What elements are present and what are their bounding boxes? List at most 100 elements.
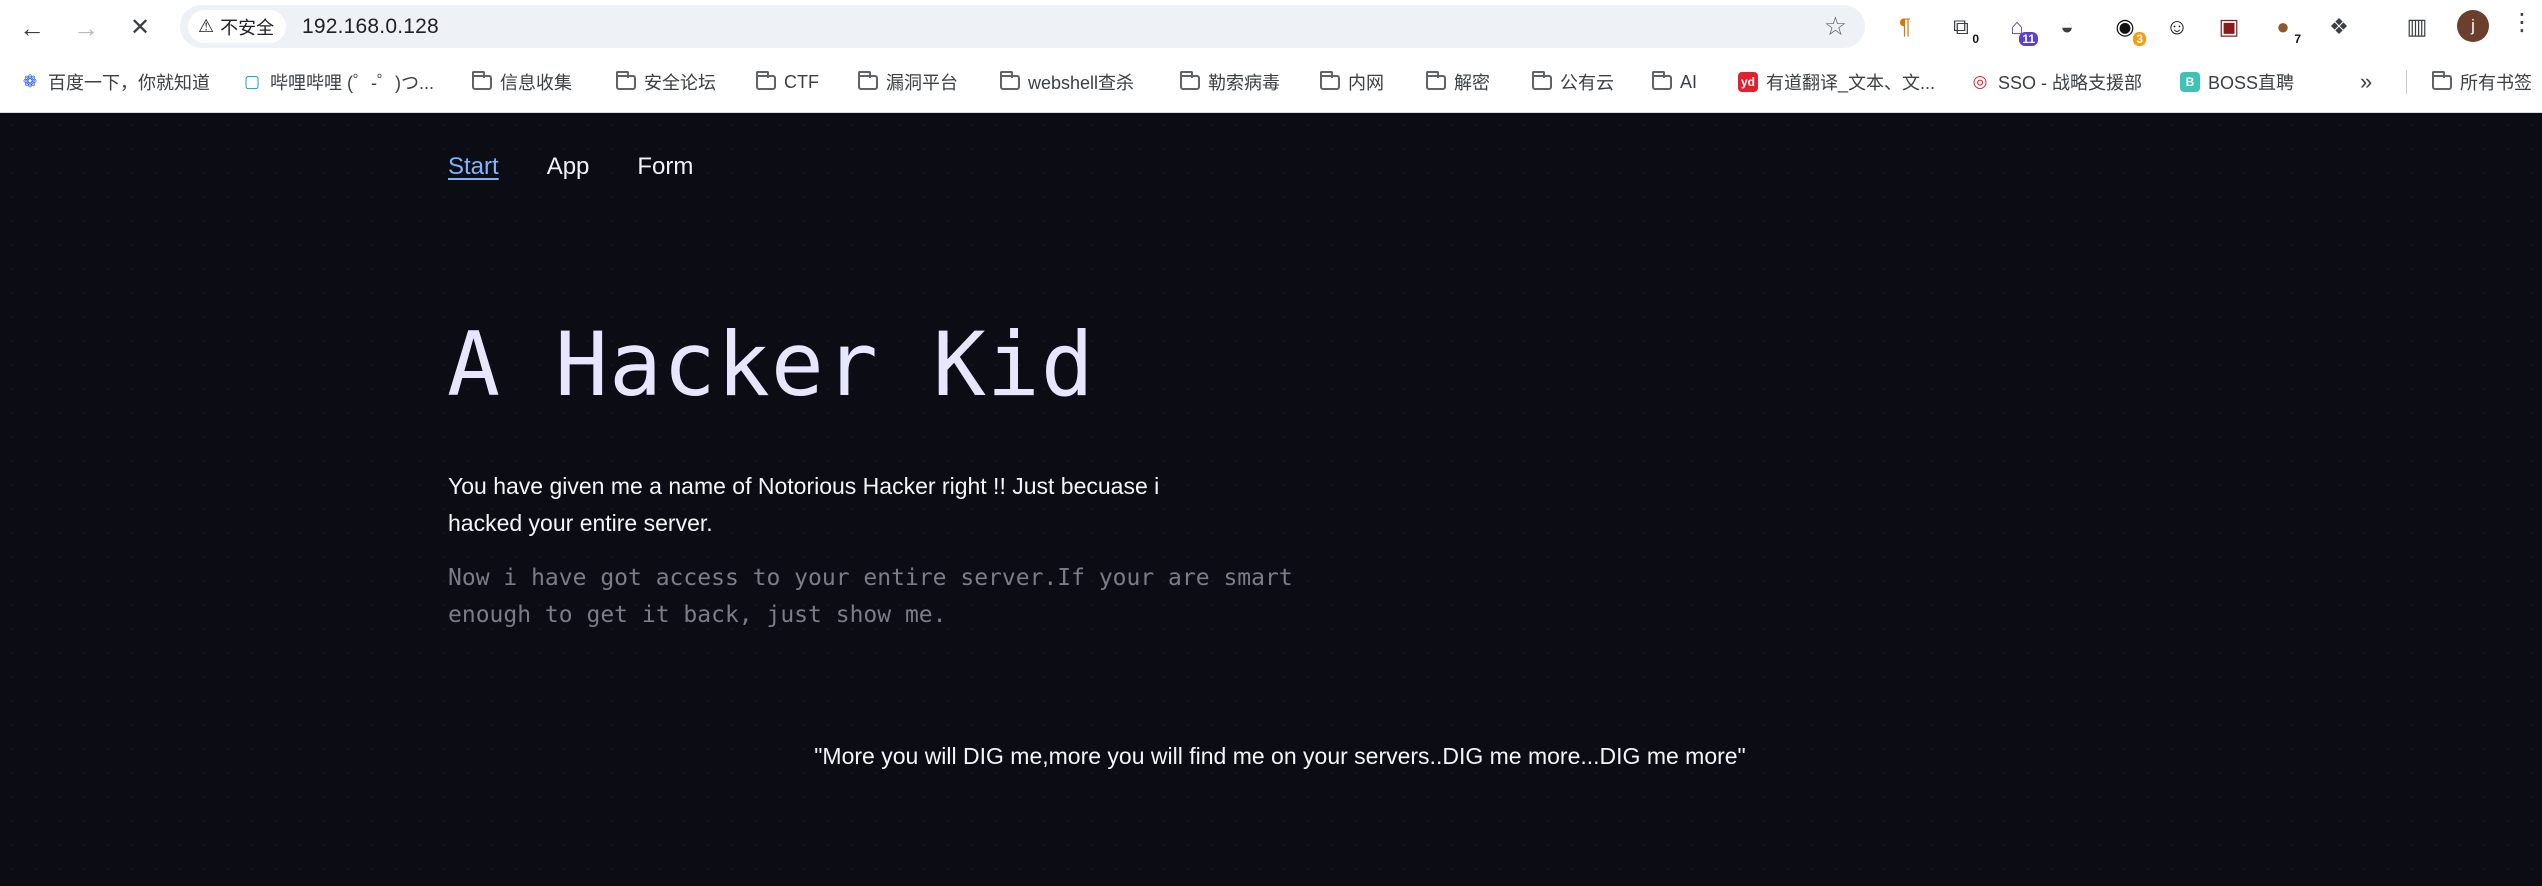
bookmark-label: 安全论坛 (644, 73, 716, 93)
profile-initial: j (2471, 16, 2475, 35)
bookmark-label: 勒索病毒 (1208, 73, 1280, 93)
bookmark-item[interactable]: ▢ 哔哩哔哩 (゜-゜)つ... (242, 66, 434, 98)
bookmark-label: 漏洞平台 (886, 73, 958, 93)
bilibili-icon: ▢ (243, 72, 261, 91)
browser-chrome: ← → ✕ ⚠ 不安全 192.168.0.128 ☆ ¶ ⧉ 0 ⌂ 11 ◒ ◉ 3 ☺ ▣ ●… (0, 0, 2542, 113)
page-content: Start App Form A Hacker Kid You have given… (0, 113, 2542, 886)
bookmark-item[interactable]: yd 有道翻译_文本、文... (1738, 66, 1935, 98)
nav-link-app[interactable]: App (547, 153, 590, 181)
arrow-right-icon: → (73, 13, 99, 43)
folder-icon (1000, 70, 1020, 92)
bookmark-item[interactable]: 漏洞平台 (858, 66, 958, 98)
back-button[interactable]: ← (14, 10, 50, 46)
url-text[interactable]: 192.168.0.128 (302, 15, 439, 39)
baidu-icon: ❁ (22, 72, 38, 91)
sub-paragraph: Now i have got access to your entire ser… (448, 565, 1293, 628)
bookmark-item[interactable]: ❁ 百度一下，你就知道 (20, 66, 210, 98)
pilcrow-glyph: ¶ (1899, 14, 1911, 39)
nav-link-form[interactable]: Form (637, 153, 693, 181)
bookmark-item[interactable]: CTF (756, 66, 819, 98)
bookmarks-separator (2406, 70, 2407, 94)
bookmark-item[interactable]: 勒索病毒 (1180, 66, 1280, 98)
bookmark-item[interactable]: 公有云 (1532, 66, 1614, 98)
extension-badge: 11 (2019, 32, 2038, 46)
profile-avatar[interactable]: j (2457, 10, 2489, 42)
youdao-icon: yd (1738, 72, 1758, 92)
folder-icon (858, 70, 878, 92)
extension-badge: 0 (1969, 32, 1982, 46)
bookmark-label: AI (1680, 71, 1698, 92)
arrow-left-icon: ← (19, 13, 45, 43)
lead-paragraph: You have given me a name of Notorious Ha… (448, 473, 1160, 536)
findsomething-glyph: ▣ (2218, 14, 2240, 39)
bookmark-item[interactable]: ◎ SSO - 战略支援部 (1970, 66, 2142, 98)
menu-kebab-icon[interactable]: ⋮ (2510, 8, 2534, 37)
sso-icon: ◎ (1972, 72, 1988, 91)
chevron-double-right-icon: » (2360, 69, 2373, 94)
bookmark-label: CTF (784, 71, 819, 92)
extension-badge: 3 (2133, 32, 2146, 46)
close-icon: ✕ (129, 14, 151, 41)
security-chip[interactable]: ⚠ 不安全 (188, 10, 287, 43)
hat-glyph: ◒ (2060, 14, 2074, 39)
folder-icon (1532, 70, 1552, 92)
bookmark-item[interactable]: 内网 (1320, 66, 1384, 98)
all-bookmarks-button[interactable]: 所有书签 (2432, 66, 2532, 98)
security-label: 不安全 (220, 17, 275, 38)
hackbar-icon[interactable]: ⌂ 11 (2000, 10, 2038, 46)
address-bar[interactable]: ⚠ 不安全 192.168.0.128 ☆ (180, 5, 1865, 48)
bookmark-item[interactable]: 解密 (1426, 66, 1490, 98)
extension-badge: 7 (2291, 32, 2304, 46)
stop-loading-button[interactable]: ✕ (122, 10, 158, 46)
bookmark-label: 解密 (1454, 73, 1490, 93)
bookmark-label: webshell查杀 (1028, 73, 1135, 93)
cookie-glyph: ● (2276, 14, 2290, 39)
spy-icon[interactable]: ☺ (2160, 10, 2194, 44)
wappalyzer-icon[interactable]: ◉ 3 (2108, 10, 2146, 46)
wappalyzer-glyph: ◉ (2115, 14, 2135, 39)
hat-icon[interactable]: ◒ (2050, 10, 2084, 44)
folder-icon (756, 70, 776, 92)
side-panel-icon[interactable]: ▥ (2400, 10, 2434, 44)
nav-link-start[interactable]: Start (448, 153, 499, 181)
bookmark-item[interactable]: webshell查杀 (1000, 66, 1134, 98)
cookie-icon[interactable]: ● 7 (2266, 10, 2304, 46)
puzzle-glyph: ❖ (2329, 14, 2349, 39)
pilcrow-icon[interactable]: ¶ (1888, 10, 1922, 44)
folder-icon (2432, 70, 2452, 92)
bookmark-label: 信息收集 (500, 73, 572, 93)
site-nav: Start App Form (448, 153, 693, 181)
dig-quote: "More you will DIG me,more you will find… (814, 743, 1746, 769)
bookmark-label: 哔哩哔哩 (゜-゜)つ... (270, 73, 434, 93)
bookmark-label: 内网 (1348, 73, 1384, 93)
findsomething-icon[interactable]: ▣ (2212, 10, 2246, 44)
bookmark-item[interactable]: B BOSS直聘 (2180, 66, 2294, 98)
folder-icon (1180, 70, 1200, 92)
warning-icon: ⚠ (198, 16, 215, 36)
bookmark-label: 有道翻译_文本、文... (1766, 73, 1936, 93)
bookmark-label: BOSS直聘 (2208, 73, 2295, 93)
folder-icon (1652, 70, 1672, 92)
bookmark-item[interactable]: 安全论坛 (616, 66, 716, 98)
puzzle-icon[interactable]: ❖ (2322, 10, 2356, 44)
page-title: A Hacker Kid (447, 313, 1095, 416)
bookmark-item[interactable]: 信息收集 (472, 66, 572, 98)
all-bookmarks-label: 所有书签 (2460, 73, 2532, 93)
folder-icon (1426, 70, 1446, 92)
bookmark-label: SSO - 战略支援部 (1998, 73, 2143, 93)
bookmark-item[interactable]: AI (1652, 66, 1697, 98)
folder-icon (472, 70, 492, 92)
bookmarks-bar: ❁ 百度一下，你就知道 ▢ 哔哩哔哩 (゜-゜)つ... 信息收集 安全论坛 CTF 漏洞平台… (0, 62, 2542, 102)
browser-toolbar: ← → ✕ ⚠ 不安全 192.168.0.128 ☆ ¶ ⧉ 0 ⌂ 11 ◒ ◉ 3 ☺ ▣ ●… (0, 0, 2542, 52)
spy-glyph: ☺ (2165, 14, 2189, 39)
folder-icon (616, 70, 636, 92)
bookmarks-overflow-button[interactable]: » (2360, 66, 2372, 98)
boss-icon: B (2180, 72, 2200, 92)
bookmark-label: 百度一下，你就知道 (48, 73, 210, 93)
bookmark-label: 公有云 (1560, 73, 1614, 93)
bookmark-star-icon[interactable]: ☆ (1824, 11, 1847, 42)
side-panel-glyph: ▥ (2406, 14, 2428, 39)
screenshot-glyph: ⧉ (1953, 14, 1969, 39)
screenshot-icon[interactable]: ⧉ 0 (1944, 10, 1982, 46)
forward-button[interactable]: → (68, 10, 104, 46)
